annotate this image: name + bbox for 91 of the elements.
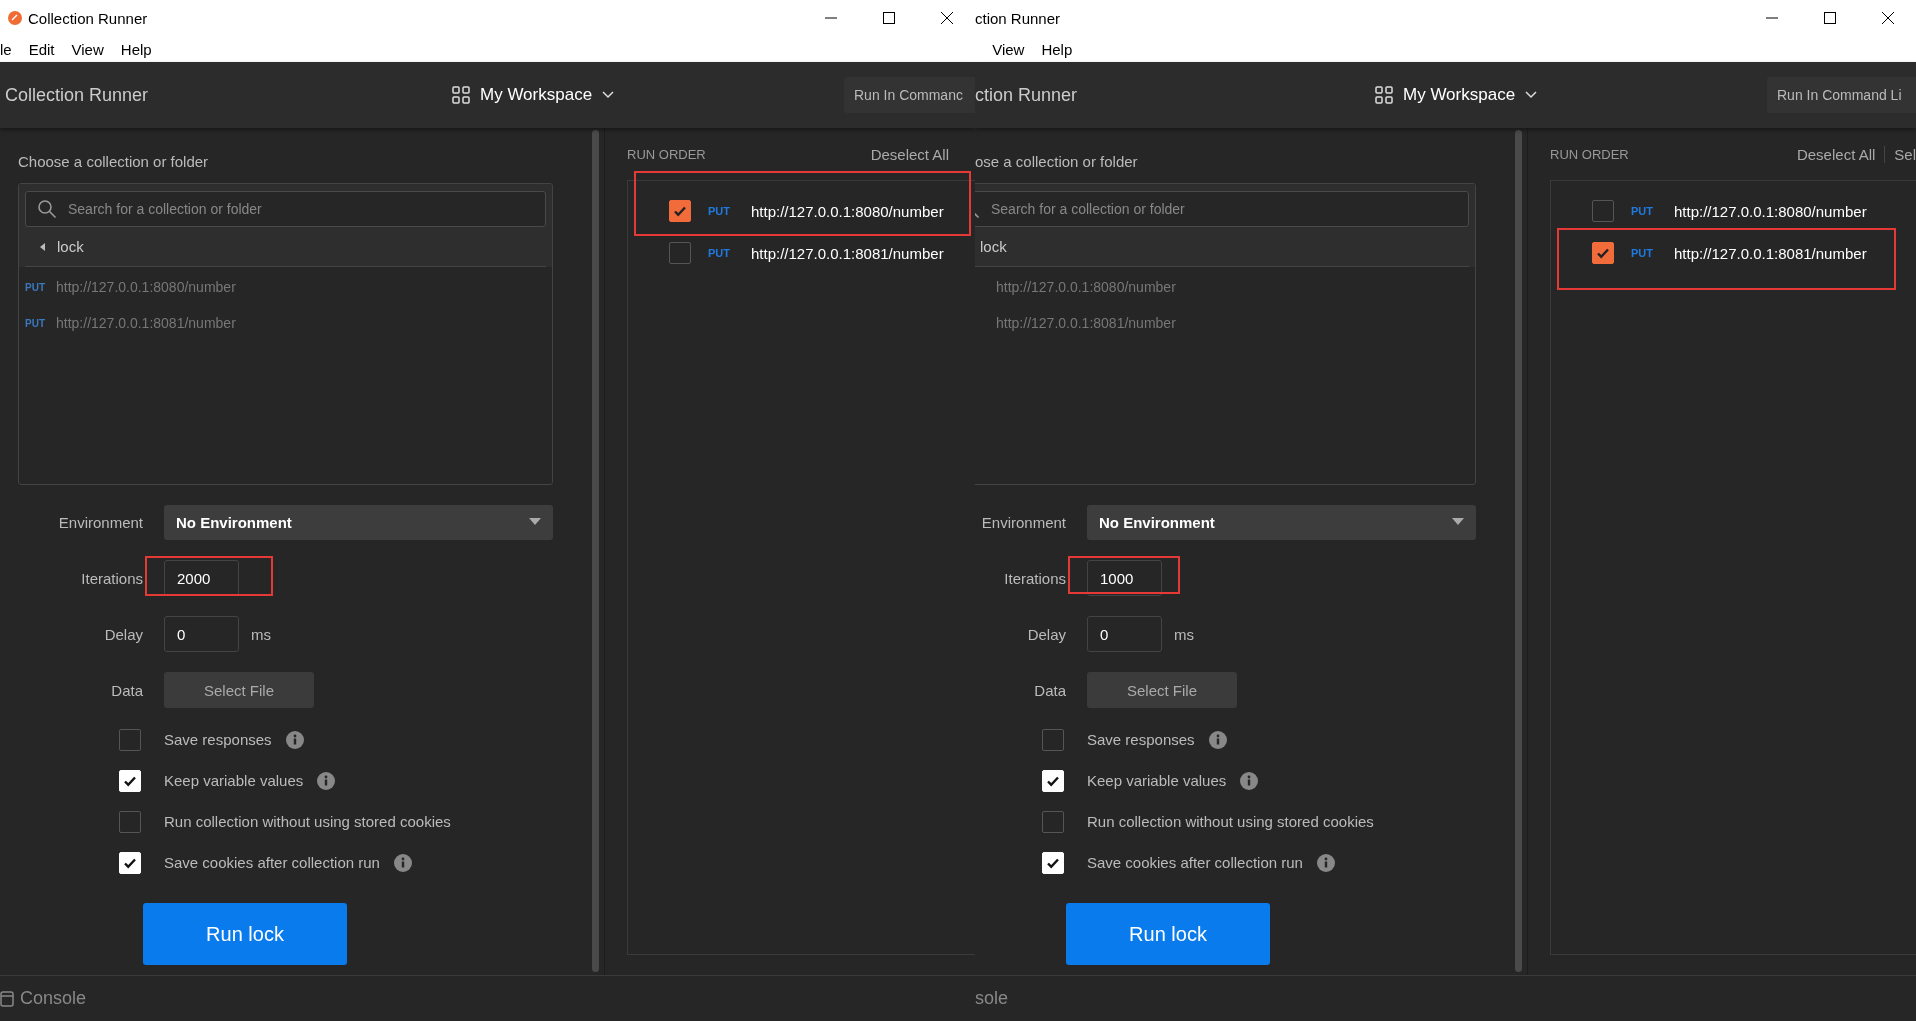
request-url: http://127.0.0.1:8081/number [1674,244,1867,262]
unit-label: ms [251,625,271,643]
unit-label: ms [1174,625,1194,643]
select-file-button[interactable]: Select File [1087,672,1237,708]
checkbox[interactable] [1042,728,1064,751]
chevron-down-icon[interactable] [602,91,615,99]
menu-item[interactable]: View [71,40,104,58]
option-label: Keep variable values [1087,772,1227,789]
request-method: PUT [1631,205,1654,217]
search-icon [37,199,57,219]
request-method: PUT [25,281,46,293]
iterations-field[interactable]: 1000 [1087,560,1162,596]
deselect-all-link[interactable]: Deselect All [1787,145,1886,163]
run-in-command-line-button[interactable]: Run In Command Li [1767,77,1916,113]
request-method: PUT [1631,247,1654,259]
option-label: Run collection without using stored cookies [164,813,451,830]
checkbox[interactable] [1592,242,1614,264]
folder-name: lock [57,238,84,255]
option-label: Save cookies after collection run [164,854,380,871]
run-button[interactable]: Run lock [143,903,347,965]
checkbox[interactable] [669,200,691,222]
info-icon[interactable] [285,730,304,749]
field-label: Environment [981,513,1066,531]
checkbox[interactable] [669,242,691,264]
console-tab[interactable]: Console [20,988,87,1009]
dropdown-arrow-icon [1452,518,1464,526]
deselect-all-link[interactable]: Deselect All [861,145,949,163]
grid-icon[interactable] [1375,86,1393,104]
menu-item[interactable]: le [0,40,12,58]
folder-name: lock [980,238,1007,255]
delay-field[interactable]: 0 [164,616,239,652]
info-icon[interactable] [1316,853,1335,872]
request-url: http://127.0.0.1:8080/number [751,202,944,220]
info-icon[interactable] [1240,771,1259,790]
checkbox[interactable] [1042,810,1064,833]
menu-item[interactable]: Help [1041,40,1073,58]
run-button[interactable]: Run lock [1066,903,1270,965]
deselect-all-link[interactable]: Sel [1885,145,1916,163]
folder-item[interactable]: lock [975,227,1469,267]
workspace-selector[interactable]: My Workspace [1403,85,1516,105]
dropdown-arrow-icon [529,518,541,526]
search-field[interactable]: Search for a collection or folder [25,191,546,227]
grid-icon[interactable] [452,86,470,104]
page-title: ction Runner [975,84,1079,106]
workspace-selector[interactable]: My Workspace [480,85,593,105]
section-heading: ose a collection or folder [975,153,1139,170]
request-method: PUT [25,317,46,329]
search-field[interactable]: Search for a collection or folder [975,191,1469,227]
option-label: Save responses [1087,731,1195,748]
request-url: http://127.0.0.1:8080/number [1674,202,1867,220]
info-icon[interactable] [393,853,412,872]
checkbox[interactable] [119,728,141,751]
request-method: PUT [708,247,731,259]
checkbox[interactable] [119,810,141,833]
scrollbar[interactable] [1515,130,1522,972]
field-label: Delay [104,625,143,643]
request-url: http://127.0.0.1:8081/number [751,244,944,262]
info-icon[interactable] [317,771,336,790]
section-heading: RUN ORDER [1550,146,1630,162]
scrollbar[interactable] [592,130,599,972]
environment-dropdown[interactable]: No Environment [164,504,553,540]
window-title: ction Runner [975,9,1061,27]
checkbox[interactable] [1592,200,1614,222]
menu-item[interactable]: Help [120,40,152,58]
field-label: Environment [58,513,143,531]
section-heading: RUN ORDER [627,146,707,162]
section-heading: Choose a collection or folder [18,153,210,170]
option-label: Save cookies after collection run [1087,854,1303,871]
iterations-field[interactable]: 2000 [164,560,239,596]
console-icon[interactable] [0,990,14,1007]
page-title: Collection Runner [4,84,150,106]
field-label: Data [1034,681,1066,699]
chevron-down-icon[interactable] [1525,91,1538,99]
menu-item[interactable]: View [992,40,1025,58]
option-label: Keep variable values [164,772,304,789]
menu-item[interactable]: Edit [28,40,55,58]
field-label: Iterations [81,569,143,587]
select-file-button[interactable]: Select File [164,672,314,708]
field-label: Delay [1027,625,1066,643]
option-label: Run collection without using stored cookies [1087,813,1374,830]
delay-field[interactable]: 0 [1087,616,1162,652]
run-in-command-line-button[interactable]: Run In Commanc [844,77,975,113]
field-label: Data [111,681,143,699]
field-label: Iterations [1004,569,1066,587]
info-icon[interactable] [1208,730,1227,749]
environment-dropdown[interactable]: No Environment [1087,504,1476,540]
window-title: Collection Runner [28,9,148,27]
folder-item[interactable]: lock [25,227,546,267]
request-method: PUT [708,205,731,217]
console-tab[interactable]: sole [975,988,1009,1009]
option-label: Save responses [164,731,272,748]
